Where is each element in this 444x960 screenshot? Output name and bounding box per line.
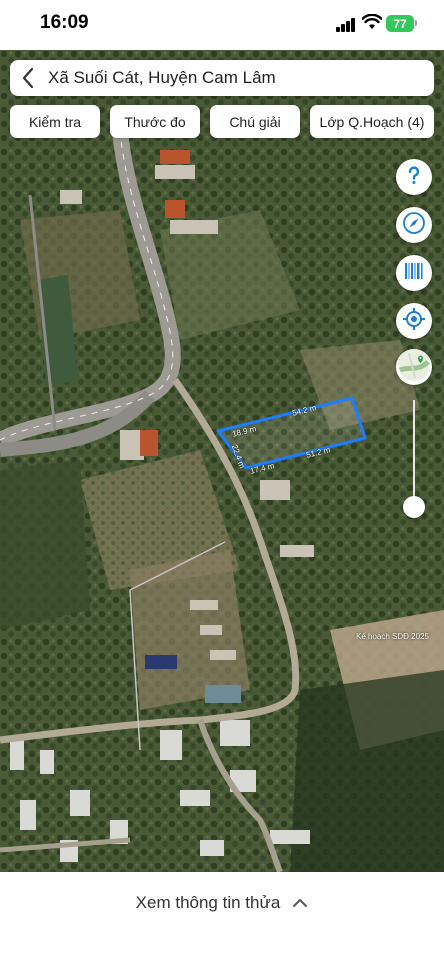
- zoom-slider-track[interactable]: [413, 400, 415, 505]
- barcode-icon: [403, 260, 425, 287]
- chevron-up-icon: [292, 898, 308, 908]
- map-layer-icon: [397, 348, 431, 387]
- cellular-signal-icon: [336, 18, 358, 32]
- planning-layer-button-label: Lớp Q.Hoạch (4): [319, 113, 425, 130]
- compass-icon: [402, 211, 426, 240]
- status-bar: 16:09 77: [0, 0, 444, 50]
- legend-button-label: Chú giải: [229, 113, 281, 130]
- planning-layer-button[interactable]: Lớp Q.Hoạch (4): [310, 105, 434, 138]
- check-button[interactable]: Kiểm tra: [10, 105, 100, 138]
- battery-tip: [415, 20, 417, 26]
- check-button-label: Kiểm tra: [28, 113, 82, 130]
- ruler-button[interactable]: Thước đo: [110, 105, 200, 138]
- ruler-button-label: Thước đo: [124, 113, 186, 130]
- view-parcel-info-label: Xem thông tin thửa: [135, 893, 281, 912]
- zoom-slider-thumb[interactable]: [403, 496, 425, 518]
- location-target-icon: [402, 307, 426, 336]
- bottom-panel: Xem thông tin thửa: [0, 872, 444, 960]
- legend-button[interactable]: Chú giải: [210, 105, 300, 138]
- map-layer-button[interactable]: [396, 348, 432, 387]
- battery-indicator: 77: [386, 15, 414, 32]
- chevron-left-icon[interactable]: [10, 60, 46, 96]
- satellite-map[interactable]: 54.2 m 18.9 m 22.4 m 17.4 m 51.2 m Kế ho…: [0, 50, 444, 872]
- question-icon: [403, 164, 425, 191]
- status-time: 16:09: [40, 12, 89, 33]
- barcode-button[interactable]: [396, 255, 432, 291]
- help-button[interactable]: [396, 159, 432, 195]
- compass-button[interactable]: [396, 207, 432, 243]
- wifi-icon: [361, 13, 383, 35]
- location-header: Xã Suối Cát, Huyện Cam Lâm: [10, 60, 434, 96]
- view-parcel-info-button[interactable]: Xem thông tin thửa: [0, 888, 444, 918]
- locate-button[interactable]: [396, 303, 432, 339]
- location-title[interactable]: Xã Suối Cát, Huyện Cam Lâm: [48, 68, 276, 88]
- plan-label: Kế hoạch SDĐ 2025: [356, 632, 429, 641]
- map-imagery: [0, 50, 444, 872]
